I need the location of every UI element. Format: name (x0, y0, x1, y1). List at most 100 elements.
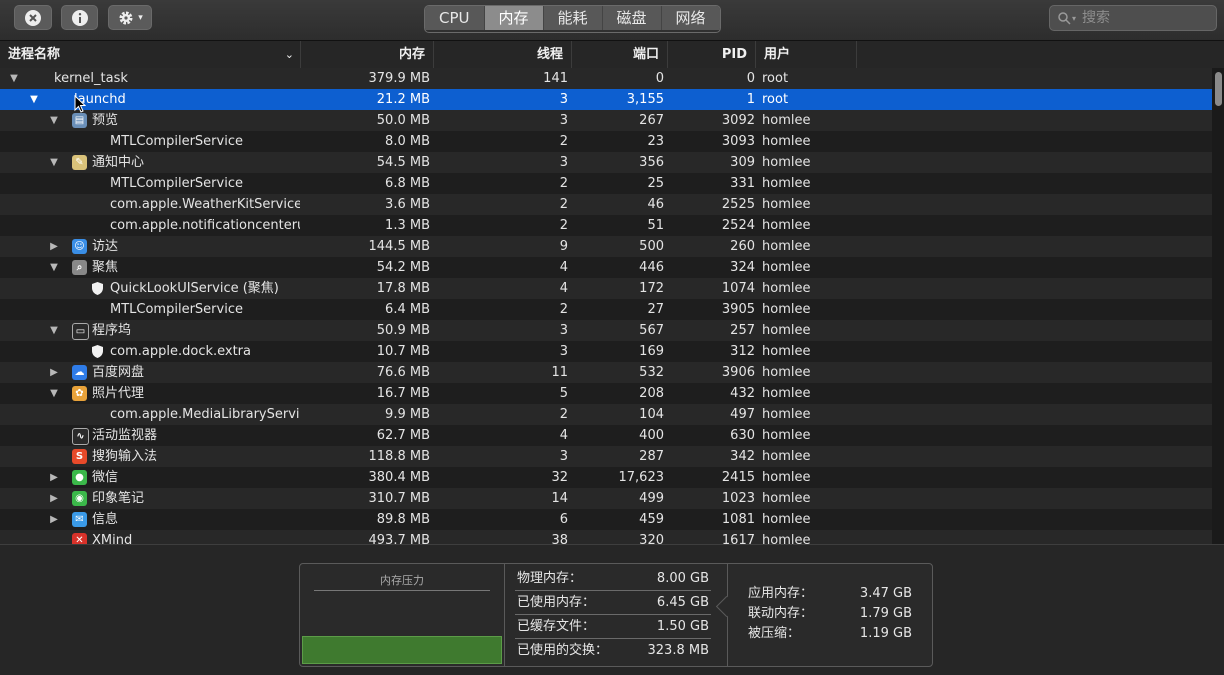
table-row[interactable]: MTLCompilerService 6.8 MB 2 25 331 homlee (0, 173, 1212, 194)
user-cell: homlee (762, 428, 811, 443)
table-row[interactable]: com.apple.dock.extra 10.7 MB 3 169 312 homlee (0, 341, 1212, 362)
table-row[interactable]: ▼ ▤ 预览 50.0 MB 3 267 3092 homlee (0, 110, 1212, 131)
disclosure-expanded-icon[interactable]: ▼ (48, 152, 60, 173)
stat-used-memory: 已使用内存： 6.45 GB (515, 592, 711, 615)
process-name: QuickLookUIService (聚焦) (110, 281, 279, 296)
threads-cell: 11 (551, 365, 568, 380)
process-name: 搜狗输入法 (92, 449, 158, 464)
memory-cell: 50.9 MB (376, 323, 430, 338)
tab-disk[interactable]: 磁盘 (602, 6, 662, 30)
process-name-cell: ▶ ✉ 信息 (0, 509, 300, 530)
table-row[interactable]: MTLCompilerService 8.0 MB 2 23 3093 homlee (0, 131, 1212, 152)
disclosure-collapsed-icon[interactable]: ▶ (48, 509, 60, 530)
disclosure-expanded-icon[interactable]: ▼ (8, 68, 20, 89)
table-row[interactable]: ✕ XMind 493.7 MB 38 320 1617 homlee (0, 530, 1212, 544)
ports-cell: 320 (639, 533, 664, 544)
threads-cell: 3 (559, 92, 568, 107)
disclosure-expanded-icon[interactable]: ▼ (48, 383, 60, 404)
search-input[interactable] (1080, 9, 1205, 27)
table-row[interactable]: ▼ ✎ 通知中心 54.5 MB 3 356 309 homlee (0, 152, 1212, 173)
table-row[interactable]: ▼ ▭ 程序坞 50.9 MB 3 567 257 homlee (0, 320, 1212, 341)
inspect-process-button[interactable] (61, 5, 98, 30)
process-name-cell: ▼ ✿ 照片代理 (0, 383, 300, 404)
table-row[interactable]: ▶ ☁ 百度网盘 76.6 MB 11 532 3906 homlee (0, 362, 1212, 383)
memory-summary-area: 内存压力 物理内存： 8.00 GB 已使用内存： 6.45 GB 已缓存文件： 1.… (0, 544, 1224, 675)
ports-cell: 17,623 (618, 470, 665, 485)
user-cell: homlee (762, 491, 811, 506)
table-row[interactable]: ▼ ⌕ 聚焦 54.2 MB 4 446 324 homlee (0, 257, 1212, 278)
messages-icon: ✉ (72, 512, 87, 527)
pid-cell: 324 (730, 260, 755, 275)
process-name-cell: QuickLookUIService (聚焦) (0, 278, 300, 299)
memory-cell: 8.0 MB (385, 134, 430, 149)
disclosure-expanded-icon[interactable]: ▼ (48, 257, 60, 278)
tab-network[interactable]: 网络 (661, 6, 720, 30)
process-name: kernel_task (54, 71, 128, 86)
process-name: 百度网盘 (92, 365, 145, 380)
pid-cell: 2524 (721, 218, 755, 233)
column-header-pid[interactable]: PID (668, 41, 756, 68)
table-row[interactable]: ▶ ✉ 信息 89.8 MB 6 459 1081 homlee (0, 509, 1212, 530)
table-row[interactable]: com.apple.notificationcenterui. 1.3 MB 2 51… (0, 215, 1212, 236)
disclosure-collapsed-icon[interactable]: ▶ (48, 236, 60, 257)
table-row[interactable]: ▼ ✿ 照片代理 16.7 MB 5 208 432 homlee (0, 383, 1212, 404)
settings-menu-button[interactable]: ▾ (108, 5, 152, 30)
disclosure-collapsed-icon[interactable]: ▶ (48, 488, 60, 509)
table-row[interactable]: ▼ kernel_task 379.9 MB 141 0 0 root (0, 68, 1212, 89)
disclosure-expanded-icon[interactable]: ▼ (28, 89, 40, 110)
table-row[interactable]: com.apple.MediaLibraryServi... 9.9 MB 2 104… (0, 404, 1212, 425)
pid-cell: 2415 (721, 470, 755, 485)
pid-cell: 309 (730, 155, 755, 170)
user-cell: homlee (762, 407, 811, 422)
pid-cell: 1074 (721, 281, 755, 296)
table-row[interactable]: S 搜狗输入法 118.8 MB 3 287 342 homlee (0, 446, 1212, 467)
process-name-cell: ▼ ▤ 预览 (0, 110, 300, 131)
gear-icon (119, 11, 133, 24)
disclosure-expanded-icon[interactable]: ▼ (48, 320, 60, 341)
xmind-icon: ✕ (72, 533, 87, 544)
table-row[interactable]: ▶ ☺ 访达 144.5 MB 9 500 260 homlee (0, 236, 1212, 257)
scrollbar-thumb[interactable] (1215, 72, 1222, 106)
search-field[interactable]: ▾ (1049, 5, 1217, 31)
disclosure-collapsed-icon[interactable]: ▶ (48, 362, 60, 383)
user-cell: homlee (762, 218, 811, 233)
ports-cell: 104 (639, 407, 664, 422)
process-name: 预览 (92, 113, 119, 128)
column-header-threads[interactable]: 线程 (434, 41, 572, 68)
ports-cell: 400 (639, 428, 664, 443)
sort-chevron-icon: ⌄ (284, 48, 294, 61)
table-row[interactable]: ▶ ◉ 印象笔记 310.7 MB 14 499 1023 homlee (0, 488, 1212, 509)
threads-cell: 4 (559, 428, 568, 443)
column-label: 进程名称 (8, 47, 61, 62)
vertical-scrollbar[interactable] (1212, 68, 1224, 544)
table-row[interactable]: MTLCompilerService 6.4 MB 2 27 3905 homlee (0, 299, 1212, 320)
threads-cell: 2 (559, 218, 568, 233)
column-header-memory[interactable]: 内存 (301, 41, 434, 68)
ports-cell: 446 (639, 260, 664, 275)
table-row[interactable]: QuickLookUIService (聚焦) 17.8 MB 4 172 1074 ho… (0, 278, 1212, 299)
memory-cell: 379.9 MB (368, 71, 430, 86)
table-row[interactable]: ▼ launchd 21.2 MB 3 3,155 1 root (0, 89, 1212, 110)
table-row[interactable]: com.apple.WeatherKitService 3.6 MB 2 46 2525… (0, 194, 1212, 215)
column-header-ports[interactable]: 端口 (572, 41, 668, 68)
table-row[interactable]: ∿ 活动监视器 62.7 MB 4 400 630 homlee (0, 425, 1212, 446)
tab-memory[interactable]: 内存 (484, 6, 544, 30)
tab-energy[interactable]: 能耗 (543, 6, 603, 30)
user-cell: homlee (762, 302, 811, 317)
process-name-cell: ▼ launchd (0, 89, 300, 110)
disclosure-expanded-icon[interactable]: ▼ (48, 110, 60, 131)
memory-cell: 1.3 MB (385, 218, 430, 233)
process-name: XMind (92, 533, 133, 544)
process-name-cell: ▶ ☺ 访达 (0, 236, 300, 257)
table-header: 进程名称 ⌄ 内存 线程 端口 PID 用户 (0, 41, 1224, 69)
table-row[interactable]: ▶ ● 微信 380.4 MB 32 17,623 2415 homlee (0, 467, 1212, 488)
tab-cpu[interactable]: CPU (425, 6, 485, 30)
ports-cell: 532 (639, 365, 664, 380)
disclosure-collapsed-icon[interactable]: ▶ (48, 467, 60, 488)
column-header-name[interactable]: 进程名称 ⌄ (0, 41, 301, 68)
stop-process-button[interactable] (14, 5, 52, 30)
user-cell: homlee (762, 239, 811, 254)
column-header-user[interactable]: 用户 (756, 41, 857, 68)
process-name: 程序坞 (92, 323, 132, 338)
ports-cell: 459 (639, 512, 664, 527)
